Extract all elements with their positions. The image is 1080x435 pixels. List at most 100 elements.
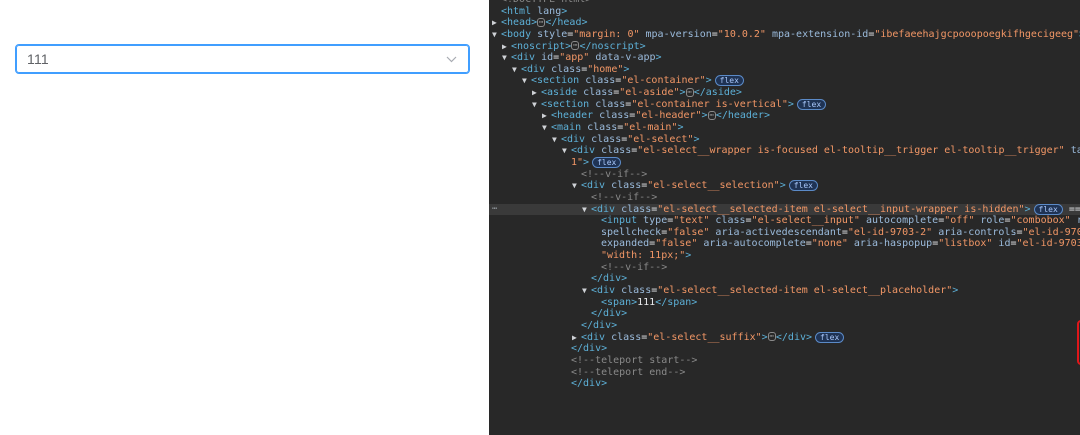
dom-token: "el-header" <box>635 110 702 122</box>
collapse-triangle-icon[interactable]: ▶ <box>542 110 551 122</box>
dom-token: </div> <box>775 331 813 343</box>
expand-triangle-icon[interactable]: ▼ <box>582 204 591 216</box>
dom-token: > <box>561 5 568 17</box>
dom-token: role <box>974 215 1005 227</box>
dom-node-line[interactable]: <html lang> <box>489 6 1080 18</box>
dom-token: <div <box>521 63 546 75</box>
collapse-triangle-icon[interactable]: ▶ <box>502 41 511 53</box>
dom-token: "el-select__selection" <box>647 180 780 192</box>
dom-token: <div <box>571 145 596 157</box>
more-icon[interactable]: ⋯ <box>492 204 497 216</box>
expand-triangle-icon[interactable]: ▼ <box>582 285 591 297</box>
dom-token: "el-select" <box>627 133 694 145</box>
expand-triangle-icon[interactable]: ▼ <box>522 75 531 87</box>
dom-node-line[interactable]: <!--v-if--> <box>489 262 1080 274</box>
dom-node-line[interactable]: <!--v-if--> <box>489 169 1080 181</box>
dom-node-line[interactable]: ▶ <aside class="el-aside"> ⋯ </aside> <box>489 87 1080 99</box>
select-value: 111 <box>27 51 49 67</box>
dom-node-line[interactable]: <!--teleport start--> <box>489 355 1080 367</box>
expand-triangle-icon[interactable]: ▼ <box>502 52 511 64</box>
dom-token: style <box>531 28 568 40</box>
expand-triangle-icon[interactable]: ▼ <box>552 134 561 146</box>
dom-token: > <box>952 285 959 297</box>
flex-badge[interactable]: flex <box>714 75 744 87</box>
dom-token: <header <box>551 110 594 122</box>
dom-token: class <box>605 180 642 192</box>
dom-node-line[interactable]: </div> <box>489 308 1080 320</box>
dom-token: </header> <box>715 110 770 122</box>
dom-node-line[interactable]: ⋯ ▼ <div class="el-select__selected-item e… <box>489 203 1080 216</box>
dom-node-line[interactable]: ▼ <section class="el-container"> flex <box>489 75 1080 87</box>
dom-token: <div <box>581 180 606 192</box>
dom-node-line[interactable]: "width: 11px;"> <box>489 250 1080 262</box>
dom-node-line[interactable]: ▶ <head> ⋯ </head> <box>489 17 1080 29</box>
dom-node-line[interactable]: <span>111</span> <box>489 297 1080 309</box>
expand-triangle-icon[interactable]: ▼ <box>492 29 501 41</box>
dom-node-line[interactable]: </div> <box>489 273 1080 285</box>
ellipsis-icon[interactable]: ⋯ <box>767 332 776 342</box>
flex-badge[interactable]: flex <box>796 98 827 110</box>
dom-node-line[interactable]: <input type="text" class="el-select__inp… <box>489 215 1080 227</box>
dom-token: "width: 11px;" <box>601 250 686 262</box>
dom-node-line[interactable]: <!--v-if--> <box>489 192 1080 204</box>
expand-triangle-icon[interactable]: ▼ <box>512 64 521 76</box>
flex-badge[interactable]: flex <box>592 156 622 168</box>
dom-node-line[interactable]: expanded="false" aria-autocomplete="none… <box>489 238 1080 250</box>
dom-node-line[interactable]: ▼ <section class="el-container is-vertica… <box>489 98 1080 111</box>
dom-token: <head> <box>501 17 538 29</box>
dom-node-line[interactable]: 1"> flex <box>489 156 1080 169</box>
dom-token: 1" <box>571 156 584 168</box>
expand-triangle-icon[interactable]: ▼ <box>562 145 571 157</box>
chevron-down-icon[interactable] <box>444 52 458 66</box>
dom-token: "off" <box>944 215 975 227</box>
collapse-triangle-icon[interactable]: ▶ <box>532 87 541 99</box>
dom-node-line[interactable]: ▼ <div id="app" data-v-app> <box>489 52 1080 64</box>
dom-node-line[interactable]: ▶ <div class="el-select__suffix"> ⋯ </div> f… <box>489 331 1080 344</box>
dom-node-line[interactable]: ▶ <header class="el-header"> ⋯ </header> <box>489 110 1080 122</box>
dom-node-line[interactable]: spellcheck="false" aria-activedescendant… <box>489 227 1080 239</box>
dom-node-line[interactable]: ▼ <main class="el-main"> <box>489 122 1080 134</box>
dom-node-line[interactable]: </div> <box>489 378 1080 390</box>
dom-token: "home" <box>587 63 624 75</box>
dom-token: type <box>637 215 668 227</box>
dom-token: "ibefaeehajgcpooopoegkifhgecigeeg" <box>874 28 1080 40</box>
dom-node-line[interactable]: <!--teleport end--> <box>489 367 1080 379</box>
dom-token: class <box>595 145 632 157</box>
ellipsis-icon[interactable]: ⋯ <box>685 87 694 97</box>
select-dropdown[interactable]: 111 <box>15 44 470 74</box>
dom-token: "el-aside" <box>619 87 680 99</box>
dom-node-line[interactable]: ▼ <div class="home"> <box>489 64 1080 76</box>
dom-token: class <box>579 75 616 87</box>
dom-token: == <box>1068 203 1080 215</box>
dom-node-line[interactable]: ▼ <div class="el-select__selection"> flex <box>489 180 1080 192</box>
dom-node-line[interactable]: ▼ <div class="el-select__wrapper is-focus… <box>489 145 1080 157</box>
collapse-triangle-icon[interactable]: ▶ <box>492 17 501 29</box>
dom-token: > <box>761 331 768 343</box>
expand-triangle-icon[interactable]: ▼ <box>572 180 581 192</box>
dom-node-line[interactable]: </div> <box>489 320 1080 332</box>
expand-triangle-icon[interactable]: ▼ <box>542 122 551 134</box>
dom-tree: <!DOCTYPE html><html lang>▶<head>⋯</head… <box>489 0 1080 390</box>
dom-token: class <box>709 215 746 227</box>
dom-token: > <box>679 87 686 99</box>
dom-token: "el-id-9703-2" <box>847 226 933 238</box>
ellipsis-icon[interactable]: ⋯ <box>707 110 716 120</box>
dom-token: <html <box>501 5 532 17</box>
dom-node-line[interactable]: ▼ <body style="margin: 0" mpa-version="10… <box>489 29 1080 41</box>
dom-token: "el-container is-vertical" <box>631 98 788 110</box>
flex-badge[interactable]: flex <box>1033 203 1063 215</box>
dom-node-line[interactable]: </div> <box>489 343 1080 355</box>
expand-triangle-icon[interactable]: ▼ <box>532 99 541 111</box>
dom-token: mpa-version <box>639 28 712 40</box>
dom-token: "el-select__suffix" <box>647 331 762 343</box>
dom-node-line[interactable]: ▼ <div class="el-select__selected-item el… <box>489 285 1080 297</box>
devtools-elements-panel: <!DOCTYPE html><html lang>▶<head>⋯</head… <box>489 0 1080 435</box>
flex-badge[interactable]: flex <box>788 180 818 192</box>
dom-token: tabindex <box>1070 145 1080 157</box>
collapse-triangle-icon[interactable]: ▶ <box>572 332 581 344</box>
dom-node-line[interactable]: ▼ <div class="el-select"> <box>489 134 1080 146</box>
flex-badge[interactable]: flex <box>815 331 845 343</box>
dom-token: <!--v-if--> <box>581 168 648 180</box>
dom-token: <aside <box>541 87 578 99</box>
dom-node-line[interactable]: ▶ <noscript> ⋯ </noscript> <box>489 41 1080 53</box>
